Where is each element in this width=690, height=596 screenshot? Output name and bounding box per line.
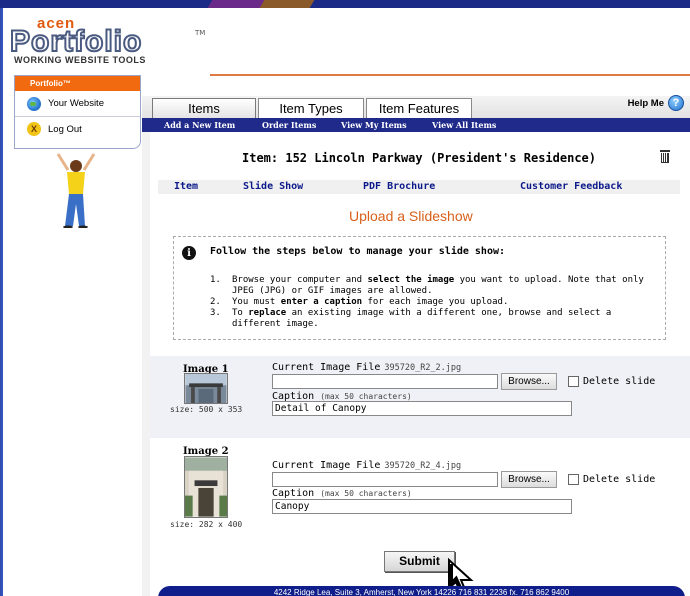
image-size: size: 500 x 353 [170, 405, 243, 414]
top-banner [0, 0, 690, 8]
instructions-lead: Follow the steps below to manage your sl… [210, 246, 506, 257]
trash-icon[interactable] [660, 150, 670, 163]
current-file-name: 395720_R2_2.jpg [384, 363, 462, 373]
step-text: You must [232, 297, 281, 307]
item-navigation: Item Slide Show PDF Brochure Customer Fe… [158, 180, 680, 194]
current-file-caption: Current Image File [272, 362, 381, 373]
sidebar-item-label: Log Out [48, 123, 82, 135]
trash-can [661, 153, 669, 163]
tab-bar: Items Item Types Item Features Help Me ? [142, 88, 690, 118]
logout-icon: X [27, 122, 41, 136]
delete-slide-label: Delete slide [583, 376, 656, 387]
image-row: Image 2 size: 282 x 400 Current Image Fi… [150, 440, 690, 532]
item-nav-pdf-brochure[interactable]: PDF Brochure [363, 181, 435, 192]
submit-button[interactable]: Submit [384, 551, 455, 572]
globe-icon [27, 96, 41, 111]
subnav-add-new-item[interactable]: Add a New Item [164, 120, 235, 130]
info-icon: i [182, 246, 196, 260]
banner-swoosh [259, 0, 315, 8]
help-label: Help Me [627, 97, 664, 109]
current-file-caption: Current Image File [272, 460, 381, 471]
item-nav-slide-show[interactable]: Slide Show [243, 181, 303, 192]
delete-slide-checkbox[interactable] [568, 376, 579, 387]
sidebar-header: Portfolio™ [15, 76, 140, 91]
caption-hint: (max 50 characters) [320, 392, 412, 401]
sidebar-item-label: Your Website [48, 98, 104, 109]
logo[interactable]: acen Portfolio TM WORKING WEBSITE TOOLS [9, 8, 208, 65]
item-title: Item: 152 Lincoln Parkway (President's R… [242, 151, 597, 165]
current-file-label: Current Image File 395720_R2_4.jpg [272, 460, 461, 471]
file-input[interactable] [272, 472, 498, 487]
subnav-view-my-items[interactable]: View My Items [341, 120, 407, 130]
sidebar-item-log-out[interactable]: X Log Out [15, 116, 140, 141]
help-button[interactable]: Help Me ? [628, 95, 684, 111]
step-text: To [232, 308, 249, 318]
instructions-box: i Follow the steps below to manage your … [173, 236, 666, 340]
sidebar-nav: Portfolio™ Your Website X Log Out [14, 75, 141, 149]
image-size: size: 282 x 400 [170, 520, 243, 529]
current-file-name: 395720_R2_4.jpg [384, 461, 462, 471]
image-thumbnail[interactable] [184, 456, 228, 518]
footer-address: 4242 Ridge Lea, Suite 3, Amherst, New Yo… [158, 586, 685, 596]
caption-label-text: Caption [272, 488, 315, 499]
logo-tagline: WORKING WEBSITE TOOLS [14, 55, 146, 65]
trash-lid [660, 150, 670, 152]
subnav-view-all-items[interactable]: View All Items [432, 120, 496, 130]
instruction-step: 1. Browse your computer and select the im… [210, 275, 655, 297]
image-thumbnail[interactable] [184, 373, 228, 404]
header-notch [142, 64, 210, 88]
caption-input[interactable]: Detail of Canopy [272, 401, 572, 416]
step-number: 3. [210, 308, 221, 318]
step-emphasis: select the image [367, 275, 455, 285]
tab-items[interactable]: Items [152, 98, 256, 118]
tab-item-types[interactable]: Item Types [258, 98, 364, 118]
caption-hint: (max 50 characters) [320, 489, 412, 498]
caption-label: Caption (max 50 characters) [272, 488, 412, 499]
header [142, 8, 690, 88]
tab-item-features[interactable]: Item Features [366, 98, 472, 118]
step-text: Browse your computer and [232, 275, 368, 285]
instruction-step: 3. To replace an existing image with a di… [210, 308, 655, 330]
item-nav-item[interactable]: Item [174, 181, 198, 192]
browse-button[interactable]: Browse... [501, 471, 557, 488]
delete-slide-label: Delete slide [583, 474, 656, 485]
sidebar-item-your-website[interactable]: Your Website [15, 91, 140, 116]
browse-button[interactable]: Browse... [501, 373, 557, 390]
instruction-step: 2. You must enter a caption for each imag… [210, 297, 655, 308]
page-heading: Upload a Slideshow [349, 208, 473, 224]
step-number: 1. [210, 275, 221, 285]
sub-navigation: Add a New Item Order Items View My Items… [142, 118, 690, 132]
subnav-order-items[interactable]: Order Items [262, 120, 316, 130]
help-icon: ? [668, 95, 684, 111]
step-emphasis: enter a caption [280, 297, 363, 307]
image-row: Image 1 size: 500 x 353 Current Image Fi… [150, 356, 690, 438]
step-text: an existing image with a different one, … [232, 308, 612, 329]
item-nav-customer-feedback[interactable]: Customer Feedback [520, 181, 622, 192]
step-text: for each image you upload. [362, 297, 509, 307]
logo-portfolio: Portfolio [9, 25, 143, 59]
step-number: 2. [210, 297, 221, 307]
header-divider [210, 74, 690, 76]
logo-tm: TM [195, 29, 206, 37]
caption-input[interactable]: Canopy [272, 499, 572, 514]
instructions-list: 1. Browse your computer and select the im… [210, 275, 655, 330]
file-input[interactable] [272, 374, 498, 389]
current-file-label: Current Image File 395720_R2_2.jpg [272, 362, 461, 373]
step-emphasis: replace [248, 308, 287, 318]
delete-slide-checkbox[interactable] [568, 474, 579, 485]
cheering-person-illustration [56, 153, 96, 228]
